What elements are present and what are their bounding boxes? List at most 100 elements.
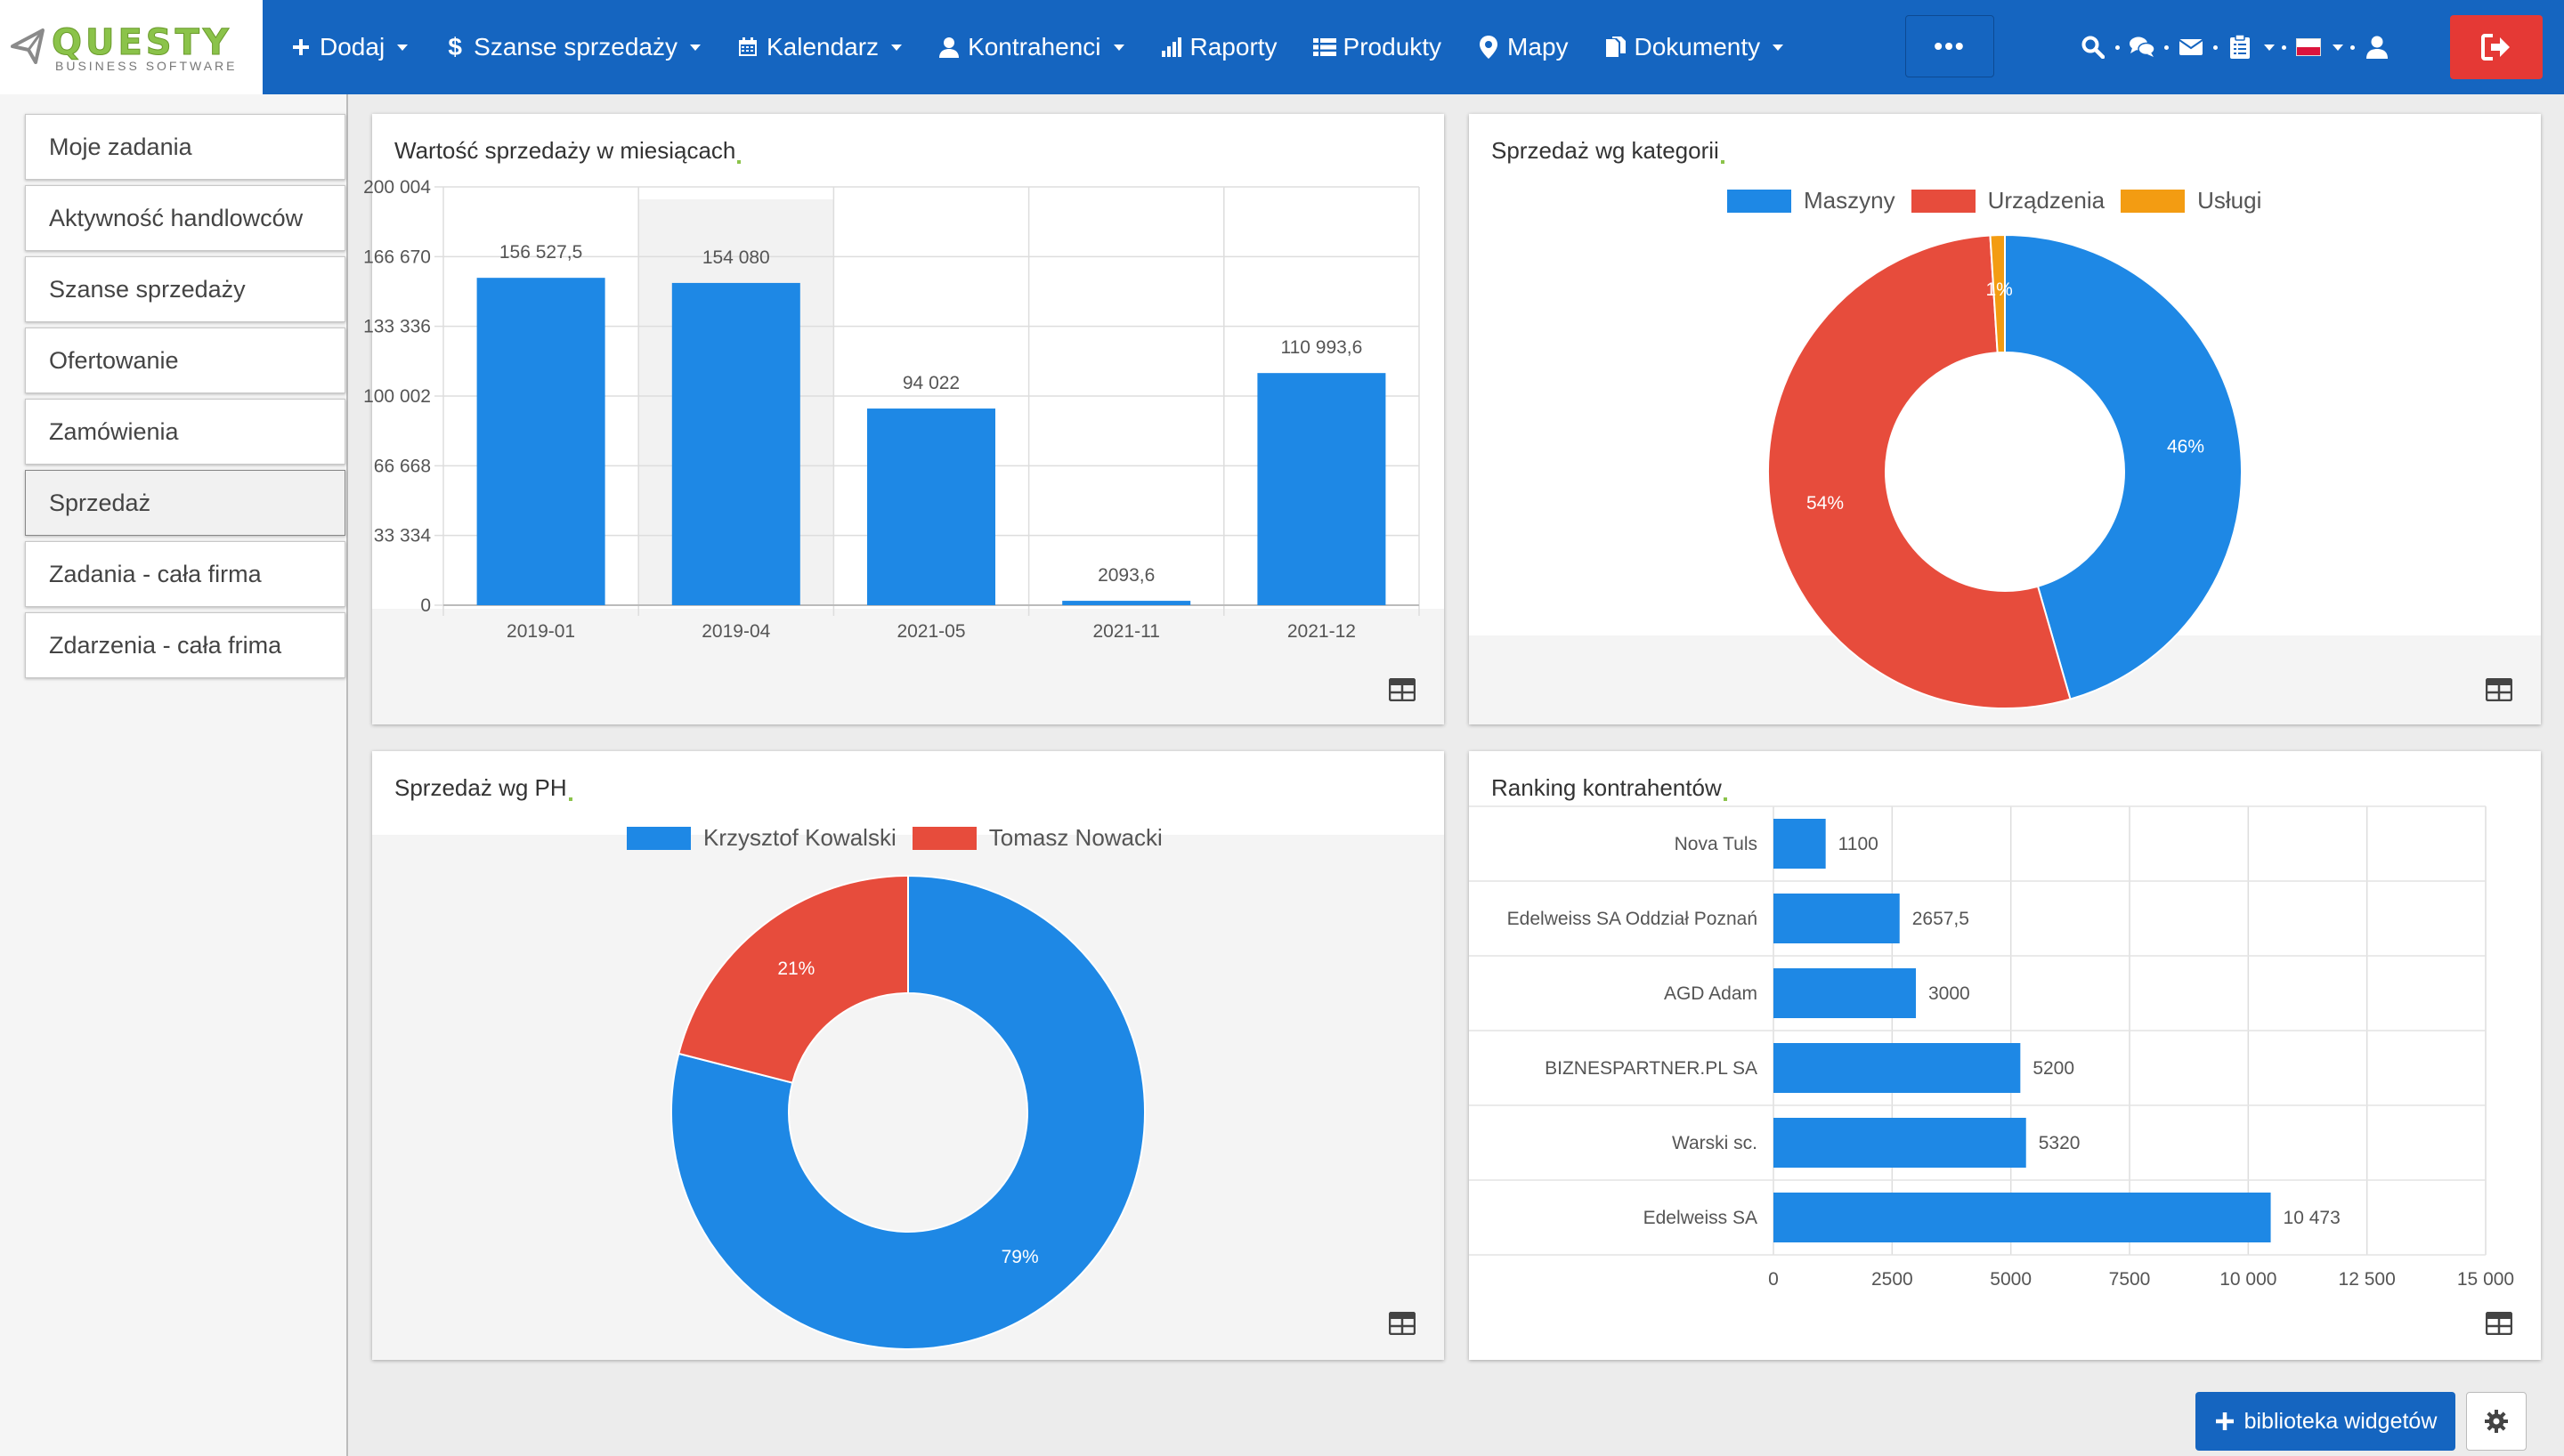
donut-slice[interactable] <box>678 874 909 1084</box>
plus-icon <box>289 36 312 59</box>
bar-value-label: 1100 <box>1838 834 1878 854</box>
x-tick-label: 2019-01 <box>507 621 575 642</box>
bar[interactable] <box>1773 819 1826 869</box>
widget-customer-ranking: Ranking kontrahentów 0 2500 5000 7500 10 000… <box>1469 751 2541 1360</box>
category-donut-chart: 46% 54% 1% <box>1767 233 2243 709</box>
y-tick-label: BIZNESPARTNER.PL SA <box>1545 1058 1757 1079</box>
nav-dodaj[interactable]: Dodaj <box>289 33 409 61</box>
chevron-down-icon <box>1773 44 1784 51</box>
list-icon <box>1312 36 1336 59</box>
separator-dot <box>2164 44 2169 50</box>
x-tick-label: 15 000 <box>2457 1269 2514 1290</box>
table-icon[interactable] <box>1389 1312 1416 1335</box>
nav-kontrahenci[interactable]: Kontrahenci <box>937 33 1124 61</box>
y-tick-label: 166 670 <box>363 247 431 267</box>
y-tick-label: Nova Tuls <box>1675 834 1757 854</box>
bar-value-label: 5200 <box>2033 1058 2074 1079</box>
bar[interactable] <box>1773 1043 2021 1093</box>
separator-dot <box>2350 44 2355 50</box>
bar-value-label: 10 473 <box>2284 1208 2341 1228</box>
y-tick-label: 0 <box>420 595 431 616</box>
nav-kalendarz[interactable]: Kalendarz <box>736 33 903 61</box>
widget-sales-by-category: Sprzedaż wg kategorii Maszyny Urządzenia U… <box>1469 114 2541 724</box>
bar[interactable] <box>1062 601 1191 605</box>
sidebar-item-zdarzenia-cala-firma[interactable]: Zdarzenia - cała frima <box>25 612 345 678</box>
slice-percent-label: 54% <box>1806 493 1844 514</box>
logo-subtitle: BUSINESS SOFTWARE <box>55 59 238 73</box>
y-tick-label: AGD Adam <box>1664 983 1757 1004</box>
nav-szanse-sprzedazy[interactable]: $ Szanse sprzedaży <box>443 33 701 61</box>
bar[interactable] <box>1773 1118 2026 1168</box>
sidebar-item-moje-zadania[interactable]: Moje zadania <box>25 114 345 180</box>
mail-icon[interactable] <box>2176 32 2206 62</box>
sidebar-item-zadania-cala-firma[interactable]: Zadania - cała firma <box>25 541 345 607</box>
x-tick-label: 7500 <box>2109 1269 2151 1290</box>
user-icon[interactable] <box>2362 32 2392 62</box>
logout-button[interactable] <box>2450 15 2543 79</box>
more-button[interactable]: ••• <box>1905 15 1994 77</box>
clipboard-icon[interactable] <box>2225 32 2255 62</box>
y-tick-label: 200 004 <box>363 177 431 198</box>
x-tick-label: 2500 <box>1871 1269 1913 1290</box>
bar[interactable] <box>1773 968 1916 1018</box>
widget-library-button[interactable]: biblioteka widgetów <box>2195 1392 2455 1451</box>
top-navbar: QUESTY BUSINESS SOFTWARE Dodaj $ Szanse … <box>0 0 2564 94</box>
sidebar-item-szanse-sprzedazy[interactable]: Szanse sprzedaży <box>25 256 345 322</box>
nav-dokumenty-label: Dokumenty <box>1634 33 1761 61</box>
bar[interactable] <box>671 282 800 605</box>
bar-chart-icon <box>1160 36 1183 59</box>
y-tick-label: 133 336 <box>363 317 431 337</box>
x-tick-label: 10 000 <box>2219 1269 2276 1290</box>
table-icon[interactable] <box>2486 1312 2512 1335</box>
calendar-icon <box>736 36 759 59</box>
bar[interactable] <box>1773 894 1900 943</box>
bar[interactable] <box>476 278 605 605</box>
chevron-down-icon <box>891 44 903 51</box>
x-tick-label: 5000 <box>1990 1269 2032 1290</box>
bar-value-label: 110 993,6 <box>1280 337 1362 358</box>
y-tick-label: Warski sc. <box>1672 1133 1757 1153</box>
logo[interactable]: QUESTY BUSINESS SOFTWARE <box>0 0 263 94</box>
y-tick-label: Edelweiss SA Oddział Poznań <box>1507 909 1757 929</box>
chevron-down-icon <box>689 44 701 51</box>
y-tick-label: 66 668 <box>374 456 431 476</box>
nav-produkty-label: Produkty <box>1343 33 1442 61</box>
bar-value-label: 156 527,5 <box>499 242 582 263</box>
sidebar-item-zamowienia[interactable]: Zamówienia <box>25 399 345 465</box>
search-icon[interactable] <box>2078 32 2108 62</box>
sidebar-item-ofertowanie[interactable]: Ofertowanie <box>25 328 345 393</box>
bar-value-label: 2657,5 <box>1912 909 1969 929</box>
chat-icon[interactable] <box>2127 32 2157 62</box>
y-tick-label: 33 334 <box>374 526 432 546</box>
separator-dot <box>2282 44 2286 50</box>
table-icon[interactable] <box>2486 678 2512 701</box>
sidebar-item-aktywnosc-handlowcow[interactable]: Aktywność handlowców <box>25 185 345 251</box>
bar[interactable] <box>1257 373 1386 605</box>
settings-button[interactable] <box>2466 1392 2527 1451</box>
logo-name: QUESTY <box>52 22 232 63</box>
chevron-down-icon <box>397 44 409 51</box>
separator-dot <box>2213 44 2218 50</box>
nav-raporty[interactable]: Raporty <box>1160 33 1278 61</box>
bar[interactable] <box>867 408 995 605</box>
y-tick-label: 100 002 <box>363 386 431 407</box>
x-tick-label: 2021-11 <box>1092 621 1160 642</box>
nav-produkty[interactable]: Produkty <box>1312 33 1442 61</box>
sidebar-item-sprzedaz[interactable]: Sprzedaż <box>25 470 345 536</box>
x-tick-label: 2019-04 <box>702 621 770 642</box>
y-tick-label: Edelweiss SA <box>1643 1208 1757 1228</box>
ranking-bar-chart: 0 2500 5000 7500 10 000 12 500 15 000 1100 Nova … <box>1469 805 2514 1290</box>
nav-dokumenty[interactable]: Dokumenty <box>1604 33 1784 61</box>
bar[interactable] <box>1773 1193 2271 1242</box>
bar-value-label: 3000 <box>1928 983 1970 1004</box>
bar-value-label: 154 080 <box>702 247 770 268</box>
bar-value-label: 94 022 <box>903 373 960 393</box>
gear-icon <box>2485 1410 2508 1433</box>
nav-mapy[interactable]: Mapy <box>1477 33 1569 61</box>
nav-szanse-label: Szanse sprzedaży <box>474 33 678 61</box>
nav-dodaj-label: Dodaj <box>320 33 385 61</box>
logo-mark-icon <box>11 28 45 64</box>
flag-icon[interactable] <box>2293 32 2324 62</box>
user-icon <box>937 36 961 59</box>
table-icon[interactable] <box>1389 678 1416 701</box>
